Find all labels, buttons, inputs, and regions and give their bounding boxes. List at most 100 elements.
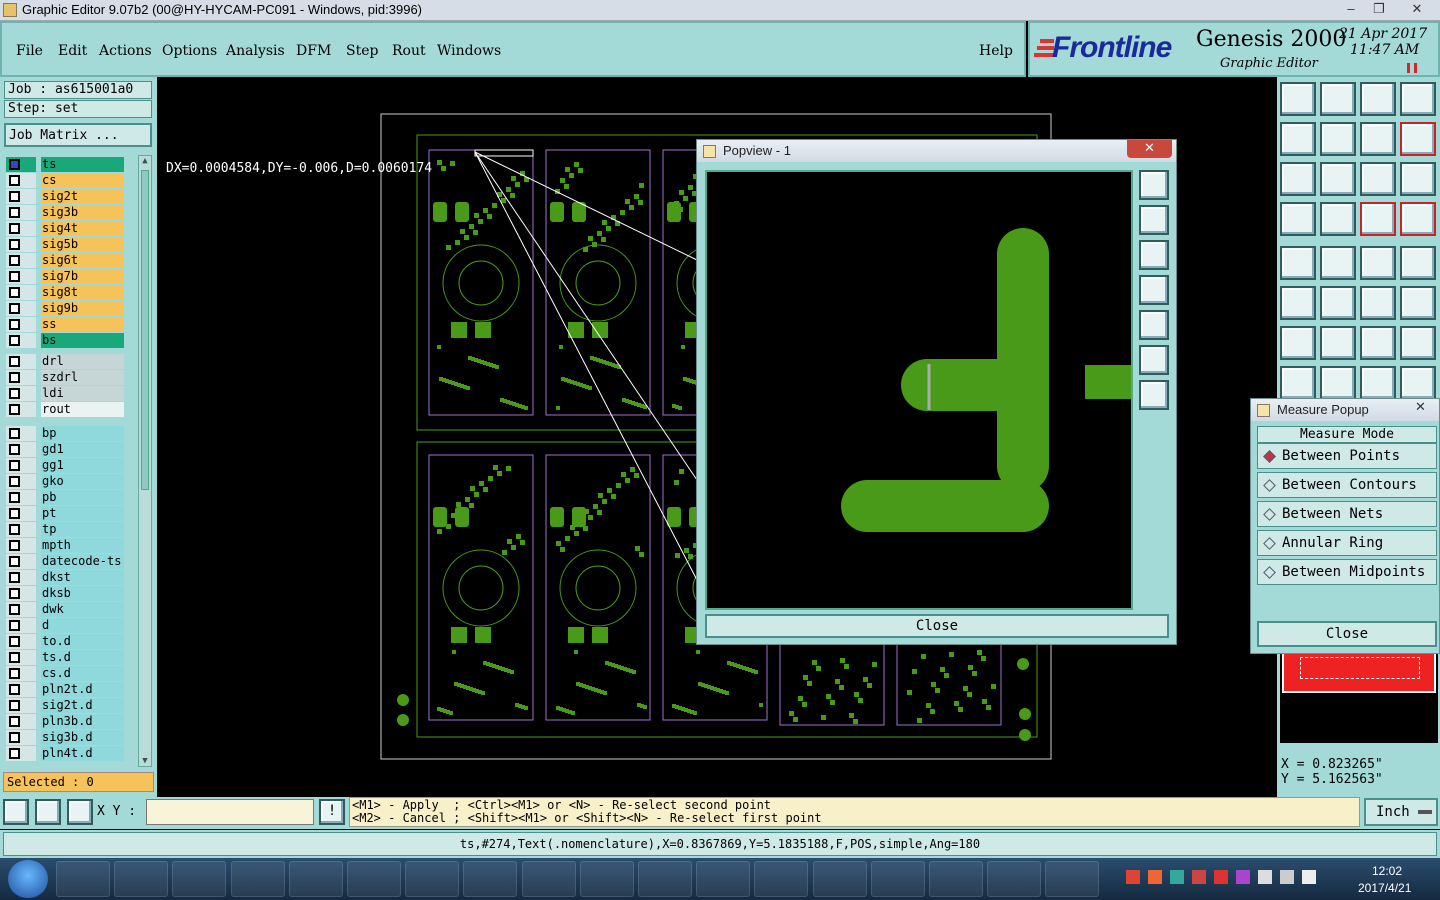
layer-row-ts[interactable]: ts: [6, 157, 124, 172]
layer-name[interactable]: ss: [41, 317, 124, 332]
slash-tool-icon[interactable]: [1320, 326, 1356, 360]
move-tool-icon[interactable]: [1360, 366, 1396, 400]
layer-row-sig4t[interactable]: sig4t: [6, 221, 124, 236]
layer-checkbox[interactable]: [9, 604, 20, 615]
layer-name[interactable]: cs.d: [41, 666, 124, 681]
layer-name[interactable]: sig5b: [41, 237, 124, 252]
taskbar-excel-4-icon[interactable]: [987, 861, 1042, 897]
layer-checkbox[interactable]: [9, 239, 20, 250]
layer-row-tp[interactable]: tp: [6, 522, 124, 537]
mini-map[interactable]: [1280, 643, 1438, 743]
taskbar-eye-icon[interactable]: [405, 861, 460, 897]
link-tool-icon[interactable]: [1360, 286, 1396, 320]
measure-titlebar[interactable]: Measure Popup ✕: [1251, 399, 1439, 421]
layer-row-sig2t.d[interactable]: sig2t.d: [6, 698, 124, 713]
layer-checkbox[interactable]: [9, 356, 20, 367]
layer-name[interactable]: tp: [41, 522, 124, 537]
layer-checkbox[interactable]: [9, 476, 20, 487]
taskbar-genesis-1-icon[interactable]: [463, 861, 518, 897]
alert-icon[interactable]: !: [319, 799, 345, 825]
layer-name[interactable]: cs: [41, 173, 124, 188]
layer-name[interactable]: datecode-ts: [41, 554, 124, 569]
layer-name[interactable]: ldi: [41, 386, 124, 401]
layer-name[interactable]: sig6t: [41, 253, 124, 268]
popview-down-icon[interactable]: [1139, 240, 1169, 270]
menu-help[interactable]: Help: [979, 43, 1013, 59]
layer-row-dwk[interactable]: dwk: [6, 602, 124, 617]
layer-name[interactable]: gg1: [41, 458, 124, 473]
layer-checkbox[interactable]: [9, 388, 20, 399]
layer-row-sig2t[interactable]: sig2t: [6, 189, 124, 204]
layer-name[interactable]: dwk: [41, 602, 124, 617]
menu-options[interactable]: Options: [162, 43, 217, 59]
measure-mode-between-points[interactable]: Between Points: [1257, 443, 1437, 469]
home-tool-icon[interactable]: [1280, 82, 1316, 116]
link2-tool-icon[interactable]: [1400, 286, 1436, 320]
taskbar-chrome-icon[interactable]: [56, 861, 110, 897]
taskbar-notepad-icon[interactable]: [347, 861, 401, 897]
layer-checkbox[interactable]: [9, 223, 20, 234]
layer-row-szdrl[interactable]: szdrl: [6, 370, 124, 385]
layer-row-to.d[interactable]: to.d: [6, 634, 124, 649]
shapes-tool-icon[interactable]: [1400, 366, 1436, 400]
minimize-button[interactable]: –: [1337, 1, 1365, 19]
menu-file[interactable]: File: [16, 43, 43, 59]
layer-row-pln3b.d[interactable]: pln3b.d: [6, 714, 124, 729]
snap2-tool-icon[interactable]: [1280, 366, 1316, 400]
layer-row-pb[interactable]: pb: [6, 490, 124, 505]
prev-tool-icon[interactable]: [1280, 122, 1316, 156]
menu-actions[interactable]: Actions: [99, 43, 152, 59]
layer-checkbox[interactable]: [9, 207, 20, 218]
layer-name[interactable]: dksb: [41, 586, 124, 601]
layer-checkbox[interactable]: [9, 372, 20, 383]
layer-row-d[interactable]: d: [6, 618, 124, 633]
layer-row-gko[interactable]: gko: [6, 474, 124, 489]
layer-name[interactable]: d: [41, 618, 124, 633]
layer-checkbox[interactable]: [9, 652, 20, 663]
layer-name[interactable]: sig8t: [41, 285, 124, 300]
net-red2-tool-icon[interactable]: [1400, 202, 1436, 236]
layer-name[interactable]: bs: [41, 333, 124, 348]
layer-name[interactable]: gko: [41, 474, 124, 489]
layer-row-dkst[interactable]: dkst: [6, 570, 124, 585]
measure-mode-between-midpoints[interactable]: Between Midpoints: [1257, 559, 1437, 585]
layer-checkbox[interactable]: [9, 700, 20, 711]
measure-mode-between-contours[interactable]: Between Contours: [1257, 472, 1437, 498]
line-tool-icon[interactable]: [1280, 326, 1316, 360]
pause-icon[interactable]: [1407, 63, 1417, 73]
load-tool-icon[interactable]: [1320, 82, 1356, 116]
layer-row-pt[interactable]: pt: [6, 506, 124, 521]
layer-name[interactable]: gd1: [41, 442, 124, 457]
layer-checkbox[interactable]: [9, 271, 20, 282]
taskbar-network-icon[interactable]: [1045, 861, 1100, 897]
layer-name[interactable]: pln3b.d: [41, 714, 124, 729]
units-select[interactable]: Inch: [1364, 798, 1438, 826]
popview-close-x-button[interactable]: ✕: [1127, 140, 1172, 158]
flip-tool-icon[interactable]: [1400, 326, 1436, 360]
layer-checkbox[interactable]: [9, 508, 20, 519]
ruler-tool-icon[interactable]: [1360, 246, 1396, 280]
layer-checkbox[interactable]: [9, 255, 20, 266]
layer-name[interactable]: sig9b: [41, 301, 124, 316]
layer-row-gg1[interactable]: gg1: [6, 458, 124, 473]
layer-checkbox[interactable]: [9, 159, 20, 170]
layer-name[interactable]: pt: [41, 506, 124, 521]
popview-right-icon[interactable]: [1139, 310, 1169, 340]
layer-name[interactable]: sig2t: [41, 189, 124, 204]
layer-scrollbar[interactable]: ▲ ▼: [138, 155, 152, 767]
layer-name[interactable]: dkst: [41, 570, 124, 585]
pan-tool-icon[interactable]: [1320, 162, 1356, 196]
layer-name[interactable]: bp: [41, 426, 124, 441]
tools-tool-icon[interactable]: [1280, 202, 1316, 236]
popview-center-icon[interactable]: [1139, 380, 1169, 410]
layer-row-dksb[interactable]: dksb: [6, 586, 124, 601]
help-tool-icon[interactable]: [1400, 162, 1436, 196]
taskbar-genesis-3-icon[interactable]: [579, 861, 634, 897]
popview-titlebar[interactable]: Popview - 1 ✕: [697, 140, 1176, 162]
snap-icon[interactable]: [3, 799, 29, 825]
taskbar-excel-2-icon[interactable]: [870, 861, 925, 897]
layer-row-pln4t.d[interactable]: pln4t.d: [6, 746, 124, 761]
close-window-button[interactable]: ✕: [1397, 1, 1437, 19]
layer-checkbox[interactable]: [9, 191, 20, 202]
menu-dfm[interactable]: DFM: [296, 43, 331, 59]
